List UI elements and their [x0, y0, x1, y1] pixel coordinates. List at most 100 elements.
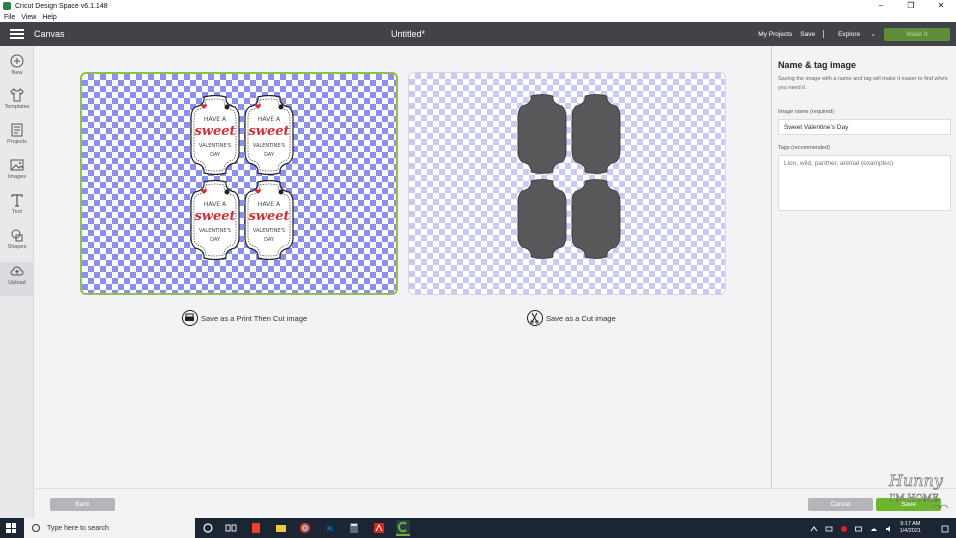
tag-line-3: VALENTINE'S [253, 143, 285, 149]
tag-line-4: DAY [264, 152, 275, 158]
notifications-icon[interactable] [941, 524, 949, 533]
explore-dropdown[interactable]: Explore [838, 31, 860, 38]
tag-line-4: DAY [210, 237, 221, 243]
menu-view[interactable]: View [21, 14, 36, 21]
tag-line-4: DAY [264, 237, 275, 243]
photoshop-icon[interactable]: Ps [324, 522, 336, 534]
chevron-up-icon[interactable] [810, 524, 818, 532]
print-then-cut-label: Save as a Print Then Cut image [201, 313, 308, 323]
cut-tag-shape [571, 94, 621, 174]
shirt-icon [10, 88, 24, 102]
left-toolbar: New Templates Projects Images Text Shape… [0, 46, 34, 518]
document-title: Untitled* [390, 29, 426, 39]
cricut-taskbar-icon[interactable] [396, 520, 410, 536]
tag-line-3: VALENTINE'S [253, 228, 285, 234]
minimize-button[interactable]: – [866, 0, 896, 12]
panel-description: Saving the image with a name and tag wil… [778, 76, 948, 91]
valentine-tag: HAVE A sweet VALENTINE'S DAY [190, 94, 240, 176]
calculator-icon[interactable] [348, 522, 360, 534]
system-tray: 9:17 AM 1/4/2021 [810, 518, 956, 538]
tag-line-4: DAY [210, 152, 221, 158]
tag-line-1: HAVE A [258, 201, 281, 208]
search-icon [32, 524, 40, 532]
tool-label: Images [7, 174, 27, 180]
tag-line-3: VALENTINE'S [199, 228, 231, 234]
app-header: Canvas Untitled* My Projects Save Explor… [0, 22, 956, 46]
print-then-cut-option[interactable]: Save as a Print Then Cut image [182, 310, 307, 326]
printer-icon [182, 310, 198, 326]
menu-file[interactable]: File [4, 14, 15, 21]
canvas-area: HAVE A sweet VALENTINE'S DAY HAVE A swee… [35, 46, 771, 488]
taskbar-clock[interactable]: 9:17 AM 1/4/2021 [900, 521, 921, 535]
tool-upload[interactable]: Upload [0, 262, 34, 296]
tags-input[interactable] [778, 155, 951, 211]
save-button[interactable]: Save [876, 498, 941, 511]
chevron-down-icon[interactable]: ⌄ [870, 30, 876, 38]
shapes-icon [10, 228, 24, 242]
tool-images[interactable]: Images [0, 158, 34, 180]
menu-help[interactable]: Help [42, 14, 56, 21]
tool-text[interactable]: Text [0, 193, 34, 215]
app-footer: Back Cancel Save [35, 488, 956, 518]
office-icon[interactable] [250, 522, 262, 534]
clock-date: 1/4/2021 [899, 528, 921, 534]
tool-label: Shapes [7, 244, 27, 250]
tag-line-1: HAVE A [258, 116, 281, 123]
tag-line-2: sweet [194, 124, 235, 139]
tool-shapes[interactable]: Shapes [0, 228, 34, 250]
tool-new[interactable]: New [0, 54, 34, 76]
tool-templates[interactable]: Templates [0, 88, 34, 110]
window-titlebar: Cricut Design Space v6.1.148 – ❐ ✕ [0, 0, 956, 12]
tool-projects[interactable]: Projects [0, 123, 34, 145]
menu-bar: File View Help [0, 12, 956, 22]
tag-line-2: sweet [248, 209, 289, 224]
taskbar-search-box[interactable]: Type here to search [24, 518, 195, 538]
valentine-tag: HAVE A sweet VALENTINE'S DAY [244, 94, 294, 176]
valentine-tag: HAVE A sweet VALENTINE'S DAY [244, 179, 294, 261]
volume-icon[interactable] [885, 524, 893, 532]
tags-label: Tags (recommended) [778, 145, 830, 151]
cut-image-option[interactable]: Save as a Cut image [527, 310, 616, 326]
image-name-label: Image name (required) [778, 109, 834, 115]
cortana-icon[interactable] [202, 522, 214, 534]
tag-line-1: HAVE A [204, 201, 227, 208]
print-then-cut-preview[interactable]: HAVE A sweet VALENTINE'S DAY HAVE A swee… [80, 72, 398, 295]
image-name-input[interactable] [778, 119, 951, 135]
network-icon[interactable] [870, 524, 878, 532]
tag-line-2: sweet [194, 209, 235, 224]
name-tag-panel: Name & tag image Saving the image with a… [771, 46, 956, 488]
tag-line-1: HAVE A [204, 116, 227, 123]
notification-app-icon[interactable] [840, 524, 848, 532]
projects-icon [10, 123, 24, 137]
clock-time: 9:17 AM [900, 521, 921, 527]
meet-now-icon[interactable] [825, 524, 833, 532]
chrome-icon[interactable] [299, 522, 311, 534]
acrobat-icon[interactable] [373, 522, 385, 534]
cancel-button[interactable]: Cancel [808, 498, 873, 511]
cut-image-label: Save as a Cut image [546, 313, 616, 323]
valentine-tag: HAVE A sweet VALENTINE'S DAY [190, 179, 240, 261]
tool-label: New [11, 70, 23, 76]
battery-icon[interactable] [854, 524, 863, 532]
tag-line-2: sweet [248, 124, 289, 139]
header-divider [823, 30, 825, 38]
task-view-icon[interactable] [225, 522, 237, 534]
cut-tag-shape [571, 179, 621, 259]
cut-image-preview[interactable] [408, 72, 726, 295]
cut-tag-shape [517, 94, 567, 174]
window-title: Cricut Design Space v6.1.148 [15, 2, 108, 10]
panel-title: Name & tag image [778, 60, 857, 70]
cut-tag-shape [517, 179, 567, 259]
tool-label: Templates [4, 104, 30, 110]
tool-label: Text [11, 209, 23, 215]
file-explorer-icon[interactable] [275, 522, 287, 534]
header-save-link[interactable]: Save [800, 31, 815, 38]
tag-line-3: VALENTINE'S [199, 143, 231, 149]
windows-start-icon[interactable] [6, 523, 16, 533]
maximize-button[interactable]: ❐ [896, 0, 926, 12]
my-projects-link[interactable]: My Projects [758, 31, 792, 38]
make-it-button[interactable]: Make It [884, 27, 950, 41]
back-button[interactable]: Back [50, 498, 115, 511]
close-window-button[interactable]: ✕ [926, 0, 956, 12]
upload-cloud-icon [10, 264, 24, 278]
